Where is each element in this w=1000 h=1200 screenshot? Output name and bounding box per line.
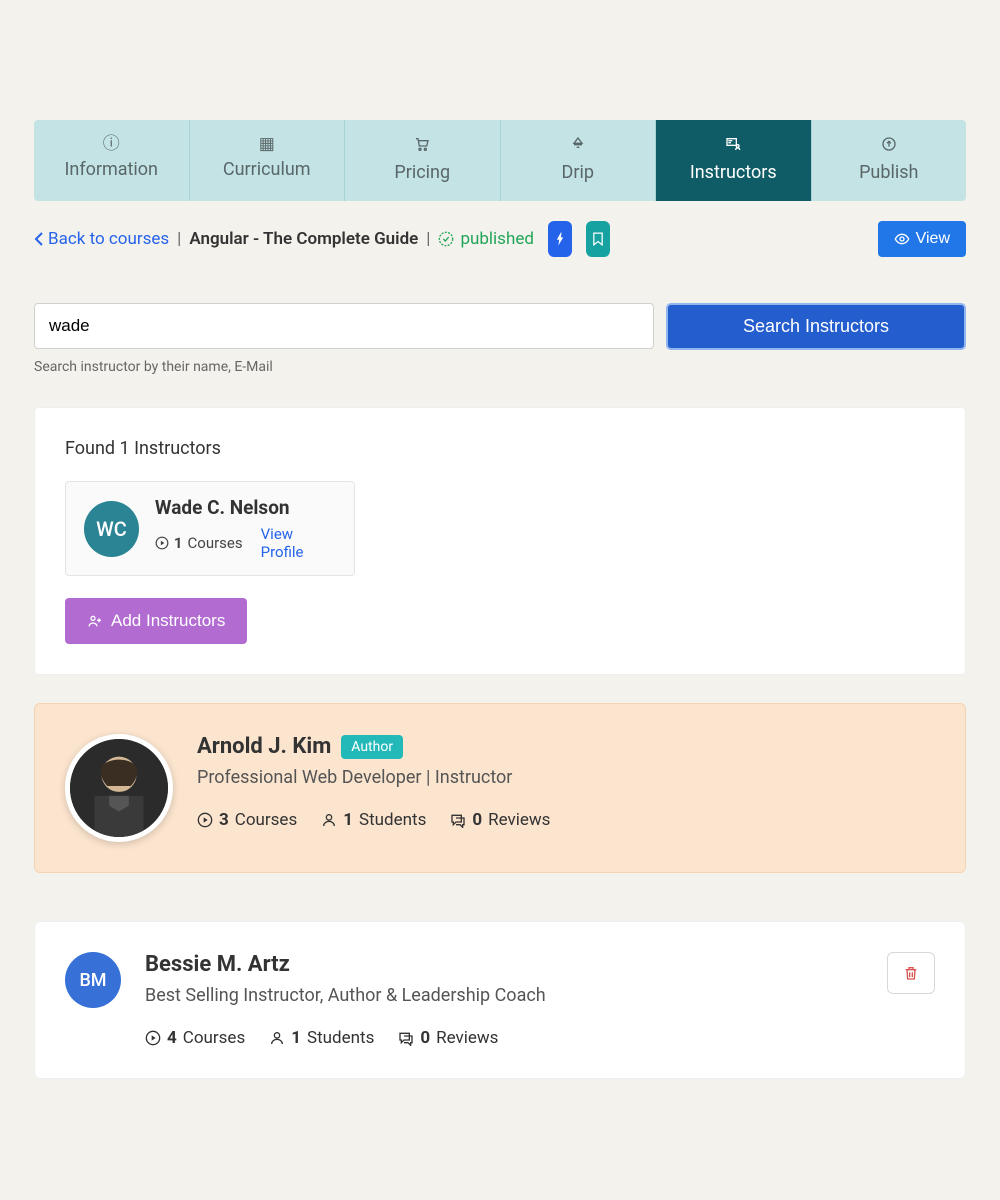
play-circle-icon [155, 536, 169, 550]
tab-pricing[interactable]: Pricing [345, 120, 501, 201]
search-instructors-button[interactable]: Search Instructors [666, 303, 966, 350]
tabs-nav: ⓘ Information ▦ Curriculum Pricing Drip … [34, 120, 966, 201]
avatar: BM [65, 952, 121, 1008]
play-circle-icon [197, 812, 213, 828]
chat-icon [450, 812, 466, 828]
play-circle-icon [145, 1030, 161, 1046]
tab-publish[interactable]: Publish [812, 120, 967, 201]
table-icon: ▦ [259, 136, 275, 153]
users-plus-icon [87, 613, 103, 629]
instructor-subtitle: Best Selling Instructor, Author & Leader… [145, 985, 863, 1006]
featured-badge[interactable] [548, 221, 572, 257]
drip-icon [570, 136, 586, 156]
students-stat: 1 Students [269, 1028, 374, 1048]
instructors-icon [725, 136, 741, 156]
bookmark-badge[interactable] [586, 221, 610, 257]
search-helper: Search instructor by their name, E-Mail [34, 359, 654, 375]
instructor-name: Wade C. Nelson [155, 496, 336, 519]
back-to-courses-link[interactable]: Back to courses [34, 229, 169, 249]
delete-instructor-button[interactable] [887, 952, 935, 994]
course-title: Angular - The Complete Guide [189, 229, 418, 249]
reviews-stat: 0 Reviews [398, 1028, 498, 1048]
view-profile-link[interactable]: View Profile [261, 525, 336, 561]
check-circle-icon [438, 231, 454, 247]
search-row: Search instructor by their name, E-Mail … [34, 303, 966, 375]
students-stat: 1 Students [321, 810, 426, 830]
tab-information[interactable]: ⓘ Information [34, 120, 190, 201]
instructor-result[interactable]: WC Wade C. Nelson 1 Courses View Profile [65, 481, 355, 576]
chat-icon [398, 1030, 414, 1046]
lightning-icon [556, 232, 564, 246]
breadcrumb: Back to courses | Angular - The Complete… [34, 221, 966, 257]
courses-count: 1 Courses [155, 534, 243, 552]
user-icon [321, 812, 337, 828]
view-button[interactable]: View [878, 221, 966, 257]
instructor-name: Arnold J. Kim [197, 734, 331, 759]
info-icon: ⓘ [103, 136, 120, 153]
author-instructor-card: Arnold J. Kim Author Professional Web De… [34, 703, 966, 873]
avatar [65, 734, 173, 842]
chevron-left-icon [34, 232, 44, 246]
bookmark-icon [593, 232, 603, 246]
search-input[interactable] [34, 303, 654, 349]
published-status: published [438, 229, 533, 249]
instructor-card: BM Bessie M. Artz Best Selling Instructo… [34, 921, 966, 1079]
tab-curriculum[interactable]: ▦ Curriculum [190, 120, 346, 201]
search-results-card: Found 1 Instructors WC Wade C. Nelson 1 … [34, 407, 966, 675]
courses-stat: 4 Courses [145, 1028, 245, 1048]
avatar: WC [84, 501, 139, 557]
reviews-stat: 0 Reviews [450, 810, 550, 830]
instructor-name: Bessie M. Artz [145, 952, 290, 977]
cart-icon [414, 136, 430, 156]
user-icon [269, 1030, 285, 1046]
trash-icon [903, 964, 919, 982]
add-instructors-button[interactable]: Add Instructors [65, 598, 247, 644]
author-badge: Author [341, 735, 403, 759]
courses-stat: 3 Courses [197, 810, 297, 830]
found-count: Found 1 Instructors [65, 438, 935, 459]
tab-drip[interactable]: Drip [501, 120, 657, 201]
eye-icon [894, 231, 910, 247]
publish-icon [881, 136, 897, 156]
tab-instructors[interactable]: Instructors [656, 120, 812, 201]
instructor-subtitle: Professional Web Developer | Instructor [197, 767, 935, 788]
